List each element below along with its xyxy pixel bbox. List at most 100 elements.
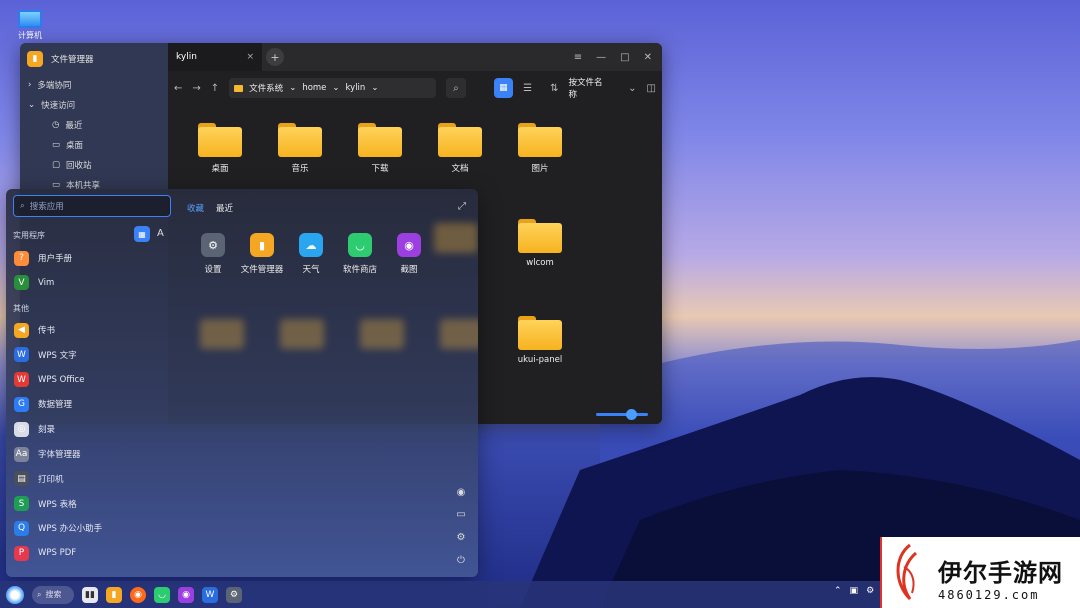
sidebar-item[interactable]: ⌄ 快速访问 — [20, 95, 168, 115]
watermark-logo — [896, 543, 918, 601]
app-list-item[interactable]: W WPS Office — [14, 372, 84, 388]
app-icon: ▮ — [250, 233, 274, 257]
tab-kylin[interactable]: kylin × — [168, 43, 262, 71]
folder-item[interactable]: 图片 — [510, 123, 570, 174]
sidebar-item[interactable]: ▭ 桌面 — [20, 135, 168, 155]
app-list-item[interactable]: Aa 字体管理器 — [14, 446, 81, 462]
app-icon: ☁ — [299, 233, 323, 257]
zoom-slider-knob[interactable] — [626, 409, 637, 420]
taskbar-search[interactable]: ⌕ 搜索 — [32, 585, 74, 604]
blurred-folder — [280, 319, 324, 349]
close-tab-icon[interactable]: × — [246, 52, 254, 62]
breadcrumb-item[interactable]: kylin — [346, 83, 366, 93]
app-list-item[interactable]: S WPS 表格 — [14, 496, 77, 512]
chevron-down-icon: ⌄ — [289, 83, 297, 93]
settings-taskbar-icon[interactable]: ⚙ — [226, 586, 242, 603]
folder-item[interactable]: ukui-panel — [510, 316, 570, 365]
breadcrumb-item[interactable]: 文件系统 — [249, 82, 283, 94]
sidebar-item-label: 最近 — [65, 121, 83, 131]
watermark: 伊尔手游网 4860129.com — [880, 537, 1080, 608]
back-icon[interactable]: ← — [174, 83, 182, 94]
forward-icon[interactable]: → — [192, 83, 200, 94]
category-view-button[interactable]: ▦ — [134, 226, 150, 242]
file-manager-taskbar-icon[interactable]: ▮ — [106, 586, 122, 603]
list-view-button[interactable]: ☰ — [523, 83, 532, 94]
sidebar-item[interactable]: ◷ 最近 — [20, 115, 168, 135]
power-icon[interactable]: ⏻ — [454, 553, 468, 567]
browser-icon[interactable]: ◉ — [454, 485, 468, 499]
search-placeholder: 搜索应用 — [29, 202, 64, 212]
app-label: WPS 表格 — [38, 499, 77, 510]
folder-label: 下载 — [371, 164, 389, 174]
minimize-icon[interactable]: — — [596, 52, 606, 63]
favorite-app[interactable]: ⚙ 设置 — [190, 233, 236, 275]
app-list-item[interactable]: ▤ 打印机 — [14, 471, 64, 487]
folder-item[interactable]: 桌面 — [190, 123, 250, 174]
breadcrumb-item[interactable]: home — [302, 83, 326, 93]
folder-item[interactable]: wlcom — [510, 219, 570, 268]
software-store-icon[interactable]: ◡ — [154, 586, 170, 603]
screenshot-icon[interactable]: ◉ — [178, 586, 194, 603]
start-button[interactable] — [6, 585, 24, 604]
sidebar-item[interactable]: ▢ 回收站 — [20, 155, 168, 175]
settings-icon[interactable]: ⚙ — [454, 530, 468, 544]
favorite-app-label: 天气 — [302, 265, 320, 275]
multitask-view-icon[interactable]: ▮▮ — [82, 586, 98, 603]
fullscreen-icon[interactable]: ⤢ — [458, 201, 466, 212]
favorite-app[interactable]: ▮ 文件管理器 — [239, 233, 285, 275]
app-label: WPS 办公小助手 — [38, 524, 103, 535]
desktop-computer-icon[interactable]: 计算机 — [14, 10, 46, 41]
tray-expand-icon[interactable]: ⌃ — [834, 586, 842, 596]
sort-label[interactable]: 按文件名称 — [569, 76, 611, 100]
app-label: 传书 — [38, 326, 56, 336]
folder-label: wlcom — [526, 258, 554, 268]
favorite-app[interactable]: ☁ 天气 — [288, 233, 334, 275]
tray-app-icon[interactable]: ▣ — [850, 586, 859, 596]
favorite-app-label: 文件管理器 — [240, 265, 284, 275]
preview-pane-icon[interactable]: ◫ — [647, 83, 656, 94]
app-list-item[interactable]: ? 用户手册 — [14, 250, 72, 266]
sidebar-item[interactable]: › 多端协同 — [20, 75, 168, 95]
folder-item[interactable]: 音乐 — [270, 123, 330, 174]
close-window-icon[interactable]: ✕ — [644, 52, 652, 63]
app-list-item[interactable]: G 数据管理 — [14, 396, 72, 412]
app-icon: ◡ — [348, 233, 372, 257]
chevron-down-icon: ⌄ — [371, 83, 379, 93]
favorite-app[interactable]: ◉ 截图 — [386, 233, 432, 275]
folder-item[interactable]: 文档 — [430, 123, 490, 174]
firefox-icon[interactable]: ◉ — [130, 586, 146, 603]
app-icon: ◀ — [14, 322, 29, 338]
sidebar-item-label: 回收站 — [66, 161, 92, 171]
chevron-down-icon: ⌄ — [332, 83, 340, 93]
alphabet-view-button[interactable]: A — [157, 228, 164, 239]
sort-chevron-icon[interactable]: ⌄ — [628, 83, 636, 94]
app-label: WPS 文字 — [38, 350, 77, 361]
folder-body — [518, 223, 562, 253]
wps-writer-icon[interactable]: W — [202, 586, 218, 603]
app-list-item[interactable]: ◎ 刻录 — [14, 421, 55, 437]
tab-recent[interactable]: 最近 — [216, 202, 233, 214]
app-icon: ⚙ — [201, 233, 225, 257]
icon-view-button[interactable]: ▦ — [493, 78, 514, 98]
folder-icon — [518, 316, 562, 350]
favorite-app[interactable]: ◡ 软件商店 — [337, 233, 383, 275]
breadcrumb[interactable]: 文件系统 ⌄ home ⌄ kylin ⌄ — [229, 78, 437, 98]
tray-app-icon[interactable]: ⚙ — [866, 586, 874, 596]
app-list-item[interactable]: Q WPS 办公小助手 — [14, 520, 102, 536]
menu-icon[interactable]: ≡ — [574, 52, 582, 63]
tab-favorites[interactable]: 收藏 — [187, 202, 204, 214]
search-button[interactable]: ⌕ — [446, 78, 466, 98]
up-icon[interactable]: ↑ — [211, 83, 219, 94]
app-list-item[interactable]: W WPS 文字 — [14, 347, 77, 363]
grid-icon: ▦ — [499, 83, 508, 93]
blurred-folder — [440, 319, 478, 349]
app-list-item[interactable]: V Vim — [14, 275, 54, 291]
zoom-slider[interactable] — [596, 409, 648, 420]
app-list-item[interactable]: P WPS PDF — [14, 545, 76, 561]
search-input[interactable]: ⌕ 搜索应用 — [13, 195, 171, 217]
folder-item[interactable]: 下载 — [350, 123, 410, 174]
monitor-icon[interactable]: ▭ — [454, 507, 468, 521]
maximize-icon[interactable]: □ — [620, 52, 629, 63]
new-tab-button[interactable]: + — [266, 48, 284, 66]
app-list-item[interactable]: ◀ 传书 — [14, 322, 55, 338]
